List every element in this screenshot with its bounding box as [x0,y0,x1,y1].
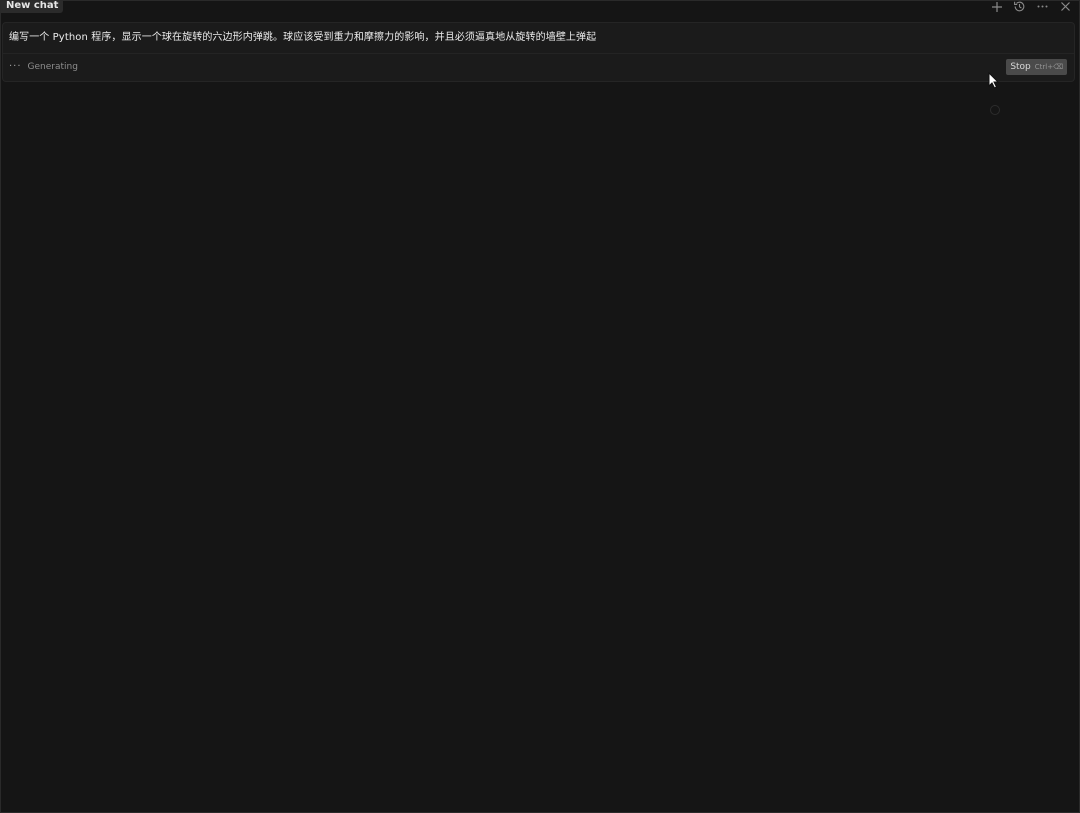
status-text: Generating [27,62,78,72]
chat-window: New chat 编写一个 Python 程序，显示一个球在旋转的六边形内弹跳。… [0,0,1080,813]
faint-indicator-icon [990,105,1000,115]
stop-shortcut-hint: Ctrl+⌫ [1034,63,1063,71]
stop-button-label: Stop [1010,62,1031,72]
user-prompt-text: 编写一个 Python 程序，显示一个球在旋转的六边形内弹跳。球应该受到重力和摩… [9,32,597,43]
close-icon[interactable] [1058,1,1073,14]
user-message-card: 编写一个 Python 程序，显示一个球在旋转的六边形内弹跳。球应该受到重力和摩… [2,22,1075,82]
title-bar: New chat [1,1,1079,17]
stop-button[interactable]: Stop Ctrl+⌫ [1006,59,1067,75]
window-toolbar [989,1,1073,14]
loading-dots-icon: ··· [9,61,22,72]
more-icon[interactable] [1035,1,1050,14]
plus-icon[interactable] [989,1,1004,14]
mouse-cursor-icon [988,72,1000,89]
generation-status: ··· Generating [9,61,78,73]
tab-new-chat[interactable]: New chat [1,1,64,13]
history-icon[interactable] [1012,1,1027,14]
card-divider [3,53,1074,54]
